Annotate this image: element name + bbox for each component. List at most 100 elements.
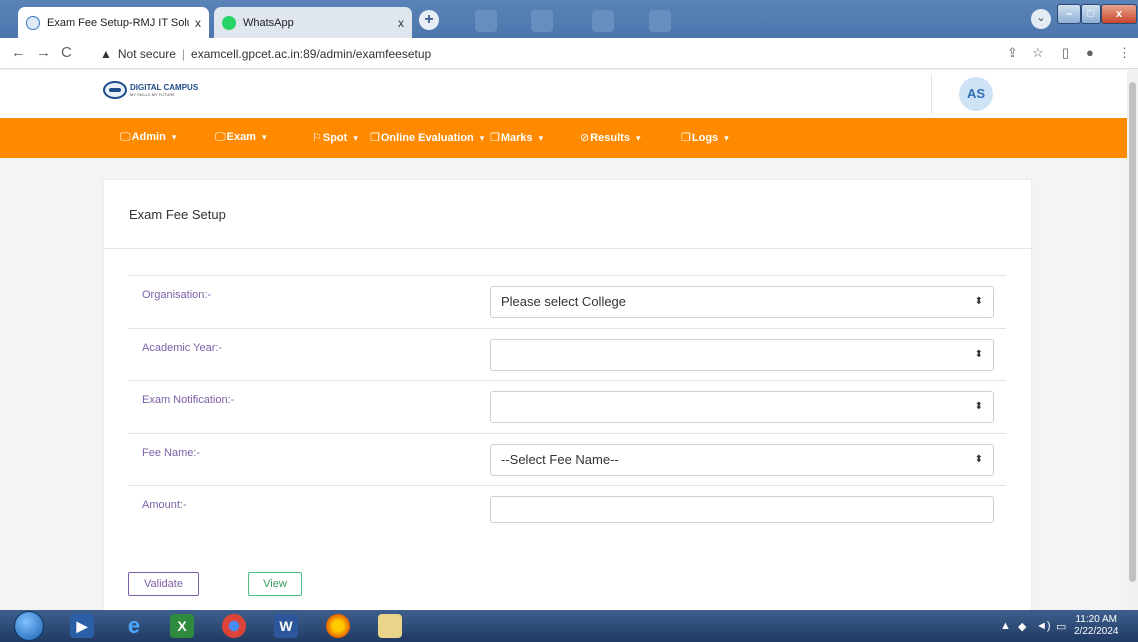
taskbar-clock[interactable]: 11:20 AM 2/22/2024 [1074,614,1119,638]
nav-label: Online Evaluation [380,132,474,144]
divider [104,248,1031,249]
monitor-icon: 🖵 [215,131,226,143]
nav-label: Results [590,132,630,144]
minimize-button[interactable]: – [1057,4,1081,24]
copy-icon: ❐ [681,132,691,144]
tab-title: Exam Fee Setup-RMJ IT Solutions [47,16,189,29]
amount-label: Amount:- [142,499,187,511]
caret-down-icon: ▾ [353,133,358,143]
nav-label: Exam [226,131,256,143]
volume-icon[interactable]: ◄) [1036,620,1051,632]
organisation-select[interactable]: Please select College ⬍ [490,286,994,318]
start-button[interactable] [14,611,44,641]
page-content: DIGITAL CAMPUS MY SKILLS MY FUTURE AS 🖵A… [0,70,1127,610]
nav-spot[interactable]: ⚐Spot ▾ [312,131,358,144]
nav-exam[interactable]: 🖵Exam ▾ [215,131,267,144]
caret-down-icon: ▾ [261,132,267,142]
site-header: DIGITAL CAMPUS MY SKILLS MY FUTURE AS [0,70,1127,118]
url-field[interactable]: ▲ Not secure | examcell.gpcet.ac.in:89/a… [100,42,998,65]
amount-input[interactable] [490,496,994,523]
select-arrows-icon: ⬍ [974,454,983,465]
organisation-label: Organisation:- [142,289,212,301]
digital-campus-favicon-icon [26,15,40,30]
select-arrows-icon: ⬍ [974,296,983,307]
reload-icon[interactable]: C [61,44,72,61]
nav-results[interactable]: ⊘Results ▾ [580,131,641,144]
close-tab-icon[interactable]: x [195,16,201,30]
academic-year-select[interactable]: ⬍ [490,339,994,371]
firefox-icon[interactable] [326,614,350,638]
header-divider [931,74,932,114]
tab-title: WhatsApp [243,16,294,29]
separator: | [181,46,186,61]
back-icon[interactable]: ← [11,44,26,61]
background-icon [475,10,497,32]
nav-label: Marks [500,132,533,144]
monitor-icon: 🖵 [120,131,131,143]
menu-kebab-icon[interactable]: ⋮ [1118,45,1131,61]
select-value: Please select College [501,294,627,309]
word-icon[interactable]: W [274,614,298,638]
validate-button[interactable]: Validate [128,572,199,596]
display-icon[interactable]: ▭ [1056,620,1066,633]
nav-online-evaluation[interactable]: ❐Online Evaluation ▾ [370,131,484,144]
share-icon[interactable]: ⇪ [1007,45,1018,61]
tab-exam-fee-setup[interactable]: Exam Fee Setup-RMJ IT Solutions x [18,7,209,38]
select-arrows-icon: ⬍ [974,401,983,412]
maximize-button[interactable]: □ [1081,4,1101,24]
new-tab-button[interactable]: + [419,10,439,30]
security-label: Not secure [117,46,176,61]
scrollbar-thumb[interactable] [1129,82,1136,582]
tab-whatsapp[interactable]: WhatsApp x [214,7,412,38]
forward-icon[interactable]: → [36,44,51,61]
exam-notification-row: Exam Notification:- ⬍ [128,380,1006,433]
caret-down-icon: ▾ [171,132,177,142]
action-center-icon[interactable]: ◆ [1018,620,1026,633]
exam-notification-select[interactable]: ⬍ [490,391,994,423]
view-button[interactable]: View [248,572,302,596]
exam-fee-setup-card: Exam Fee Setup Organisation:- Please sel… [104,180,1031,610]
side-panel-icon[interactable]: ▯ [1062,45,1069,61]
chrome-icon[interactable] [222,614,246,638]
excel-icon[interactable]: X [170,614,194,638]
page-scrollbar[interactable] [1127,70,1138,610]
caret-down-icon: ▾ [635,133,641,143]
academic-year-row: Academic Year:- ⬍ [128,328,1006,380]
file-explorer-icon[interactable] [378,614,402,638]
background-icon [531,10,553,32]
media-player-icon[interactable]: ▶ [70,614,94,638]
logo-mark-icon [103,81,127,99]
nav-logs[interactable]: ❐Logs ▾ [681,131,729,144]
caret-down-icon: ▾ [479,133,485,143]
copy-icon: ❐ [490,132,500,144]
clock-date: 2/22/2024 [1074,626,1119,637]
organisation-row: Organisation:- Please select College ⬍ [128,275,1006,328]
nav-marks[interactable]: ❐Marks ▾ [490,131,543,144]
main-nav: 🖵Admin ▾ 🖵Exam ▾ ⚐Spot ▾ ❐Online Evaluation… [0,118,1127,158]
nav-label: Admin [131,131,166,143]
close-tab-icon[interactable]: x [398,16,404,30]
fee-name-label: Fee Name:- [142,447,201,459]
copy-icon: ❐ [370,132,380,144]
warning-icon: ▲ [100,46,112,61]
page-title: Exam Fee Setup [129,207,226,222]
profile-icon[interactable]: ● [1086,45,1094,60]
nav-label: Spot [322,132,348,144]
network-icon[interactable]: ▲ [1000,620,1011,632]
digital-campus-logo[interactable]: DIGITAL CAMPUS MY SKILLS MY FUTURE [103,81,198,99]
user-avatar[interactable]: AS [959,77,993,111]
flag-icon: ⚐ [312,132,322,144]
background-icon [592,10,614,32]
fee-name-select[interactable]: --Select Fee Name-- ⬍ [490,444,994,476]
clock-time: 11:20 AM [1075,614,1117,625]
close-window-button[interactable]: x [1101,4,1137,24]
caret-down-icon: ▾ [724,133,729,143]
bookmark-star-icon[interactable]: ☆ [1032,45,1044,61]
tab-search-icon[interactable]: ⌄ [1031,9,1051,29]
address-bar: ← → C ▲ Not secure | examcell.gpcet.ac.i… [0,38,1138,69]
nav-admin[interactable]: 🖵Admin ▾ [120,131,176,144]
internet-explorer-icon[interactable]: e [122,614,146,638]
academic-year-label: Academic Year:- [142,342,223,354]
url-text: examcell.gpcet.ac.in:89/admin/examfeeset… [191,46,432,61]
amount-row: Amount:- [128,485,1006,537]
